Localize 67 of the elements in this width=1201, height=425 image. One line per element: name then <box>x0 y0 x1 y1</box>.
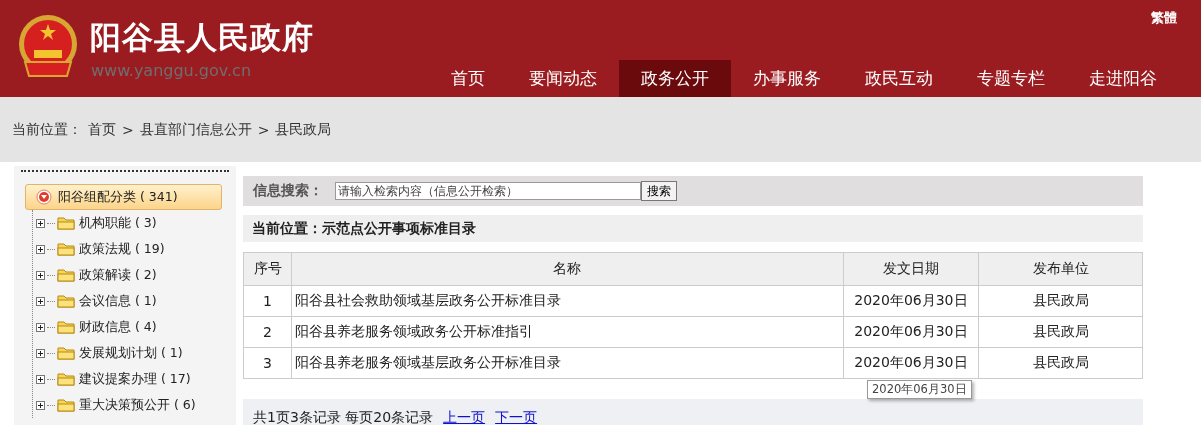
column-header: 名称 <box>291 252 844 286</box>
breadcrumb-label: 当前位置： <box>12 120 82 139</box>
expand-icon[interactable] <box>36 400 45 410</box>
category-item[interactable]: 建议提案办理 ( 17) <box>57 370 191 388</box>
table-cell: 县民政局 <box>978 285 1143 317</box>
nav-tab[interactable]: 走进阳谷 <box>1067 60 1179 97</box>
search-label: 信息搜索： <box>253 182 323 200</box>
folder-icon <box>57 320 75 334</box>
site-title: 阳谷县人民政府 <box>90 18 314 57</box>
pagination-summary: 共1页3条记录 每页20条记录 <box>253 409 434 425</box>
expand-icon[interactable] <box>36 348 45 358</box>
nav-tab[interactable]: 首页 <box>429 60 507 97</box>
folder-icon <box>57 294 75 308</box>
category-item[interactable]: 重大决策预公开 ( 6) <box>57 396 196 414</box>
table-cell: 县民政局 <box>978 316 1143 348</box>
table-cell: 2020年06月30日 <box>843 285 979 317</box>
expand-icon[interactable] <box>36 218 45 228</box>
category-item[interactable]: 发展规划计划 ( 1) <box>57 344 183 362</box>
breadcrumb-separator: > <box>122 121 134 138</box>
folder-icon <box>57 242 75 256</box>
nav-tab[interactable]: 政民互动 <box>843 60 955 97</box>
category-item[interactable]: 会议信息 ( 1) <box>57 292 157 310</box>
folder-icon <box>57 268 75 282</box>
category-item[interactable]: 政策法规 ( 19) <box>57 240 165 258</box>
document-link[interactable]: 阳谷县社会救助领域基层政务公开标准目录 <box>291 285 844 317</box>
document-link[interactable]: 阳谷县养老服务领域基层政务公开标准目录 <box>291 347 844 379</box>
nav-tab[interactable]: 办事服务 <box>731 60 843 97</box>
category-root[interactable]: 阳谷组配分类 ( 341) <box>25 184 222 210</box>
tooltip: 2020年06月30日 <box>867 380 972 399</box>
site-url: www.yanggu.gov.cn <box>91 61 252 80</box>
table-cell: 2020年06月30日 <box>843 316 979 348</box>
table-cell: 2 <box>243 316 292 348</box>
expand-icon[interactable] <box>36 322 45 332</box>
expand-icon[interactable] <box>36 270 45 280</box>
table-cell: 1 <box>243 285 292 317</box>
collapse-icon[interactable] <box>36 189 52 205</box>
table-cell: 3 <box>243 347 292 379</box>
location-title: 当前位置：示范点公开事项标准目录 <box>243 215 1143 242</box>
expand-icon[interactable] <box>36 296 45 306</box>
search-button[interactable]: 搜索 <box>641 181 677 201</box>
table-cell: 县民政局 <box>978 347 1143 379</box>
column-header: 发文日期 <box>843 252 979 286</box>
column-header: 序号 <box>243 252 292 286</box>
document-link[interactable]: 阳谷县养老服务领域政务公开标准指引 <box>291 316 844 348</box>
search-field[interactable]: 请输入检索内容（信息公开检索） <box>335 182 641 200</box>
folder-icon <box>57 398 75 412</box>
folder-icon <box>57 346 75 360</box>
category-item[interactable]: 机构职能 ( 3) <box>57 214 157 232</box>
emblem-icon <box>17 14 79 80</box>
nav-tab[interactable]: 要闻动态 <box>507 60 619 97</box>
breadcrumb-separator: > <box>257 121 270 138</box>
category-item[interactable]: 政策解读 ( 2) <box>57 266 157 284</box>
folder-icon <box>57 372 75 386</box>
folder-icon <box>57 216 75 230</box>
page-link[interactable]: 下一页 <box>495 409 538 425</box>
nav-tab[interactable]: 专题专栏 <box>955 60 1067 97</box>
page-link[interactable]: 上一页 <box>443 409 486 425</box>
breadcrumb-link[interactable]: 县直部门信息公开 <box>139 120 252 139</box>
column-header: 发布单位 <box>978 252 1143 286</box>
breadcrumb-link[interactable]: 县民政局 <box>275 120 332 139</box>
nav-tab[interactable]: 政务公开 <box>619 60 731 97</box>
breadcrumb-link[interactable]: 首页 <box>88 120 116 139</box>
language-link[interactable]: 繁體 <box>1151 9 1177 27</box>
category-item[interactable]: 财政信息 ( 4) <box>57 318 157 336</box>
expand-icon[interactable] <box>36 374 45 384</box>
expand-icon[interactable] <box>36 244 45 254</box>
table-cell: 2020年06月30日 <box>843 347 979 379</box>
